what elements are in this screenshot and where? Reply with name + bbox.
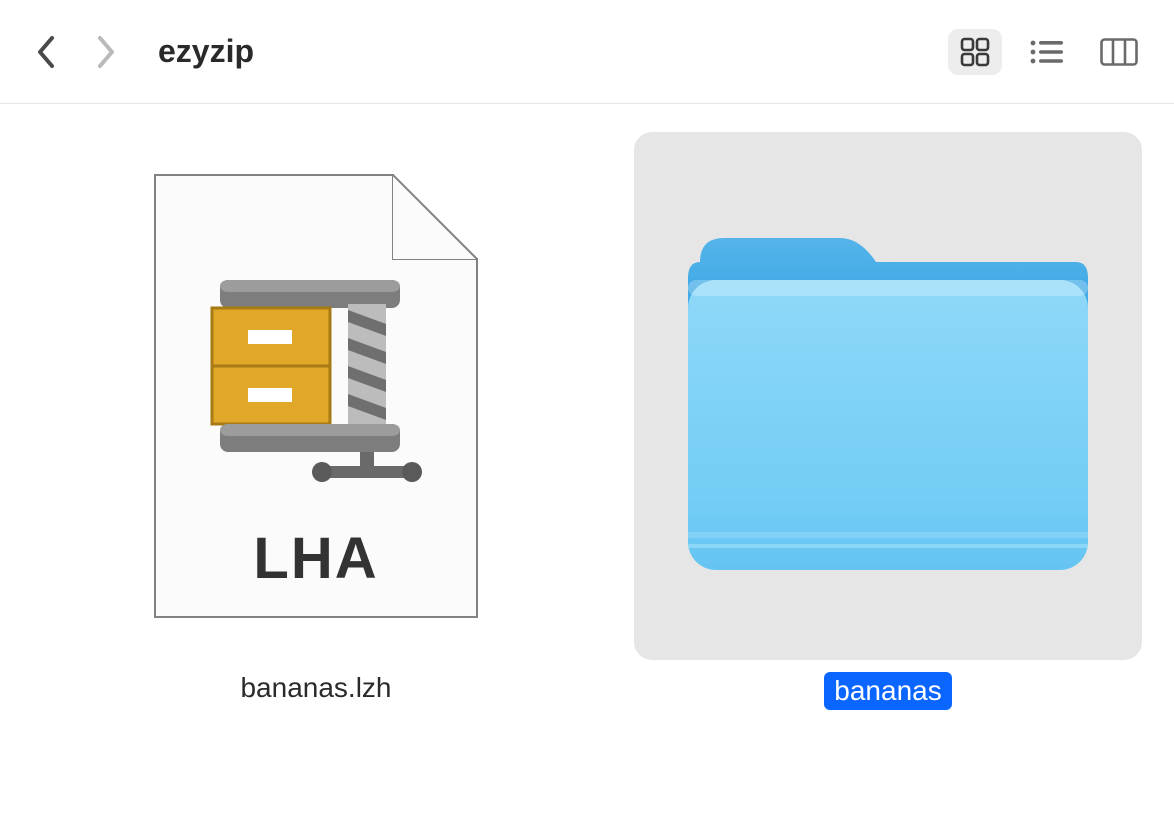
icon-view-button[interactable] bbox=[948, 29, 1002, 75]
file-thumbnail: LHA bbox=[62, 132, 570, 660]
folder-title: ezyzip bbox=[158, 33, 254, 70]
folder-icon bbox=[678, 216, 1098, 576]
file-item-archive[interactable]: LHA bananas.lzh bbox=[62, 132, 570, 704]
toolbar: ezyzip bbox=[0, 0, 1174, 104]
folder-name-label[interactable]: bananas bbox=[824, 672, 951, 710]
compression-clamp-icon bbox=[210, 280, 434, 498]
chevron-left-icon bbox=[35, 35, 57, 69]
archive-file-icon: LHA bbox=[154, 174, 478, 618]
file-item-folder[interactable]: bananas bbox=[634, 132, 1142, 710]
chevron-right-icon bbox=[95, 35, 117, 69]
list-view-icon bbox=[1029, 38, 1065, 66]
file-format-label: LHA bbox=[156, 525, 476, 592]
icon-grid: LHA bananas.lzh bbox=[0, 104, 1174, 738]
page-fold-icon bbox=[392, 174, 478, 260]
back-button[interactable] bbox=[28, 34, 64, 70]
view-switcher bbox=[948, 29, 1146, 75]
list-view-button[interactable] bbox=[1020, 29, 1074, 75]
folder-thumbnail-selected bbox=[634, 132, 1142, 660]
forward-button[interactable] bbox=[88, 34, 124, 70]
column-view-icon bbox=[1100, 38, 1138, 66]
grid-view-icon bbox=[959, 36, 991, 68]
nav-group bbox=[28, 34, 124, 70]
column-view-button[interactable] bbox=[1092, 29, 1146, 75]
file-name-label[interactable]: bananas.lzh bbox=[240, 672, 391, 704]
